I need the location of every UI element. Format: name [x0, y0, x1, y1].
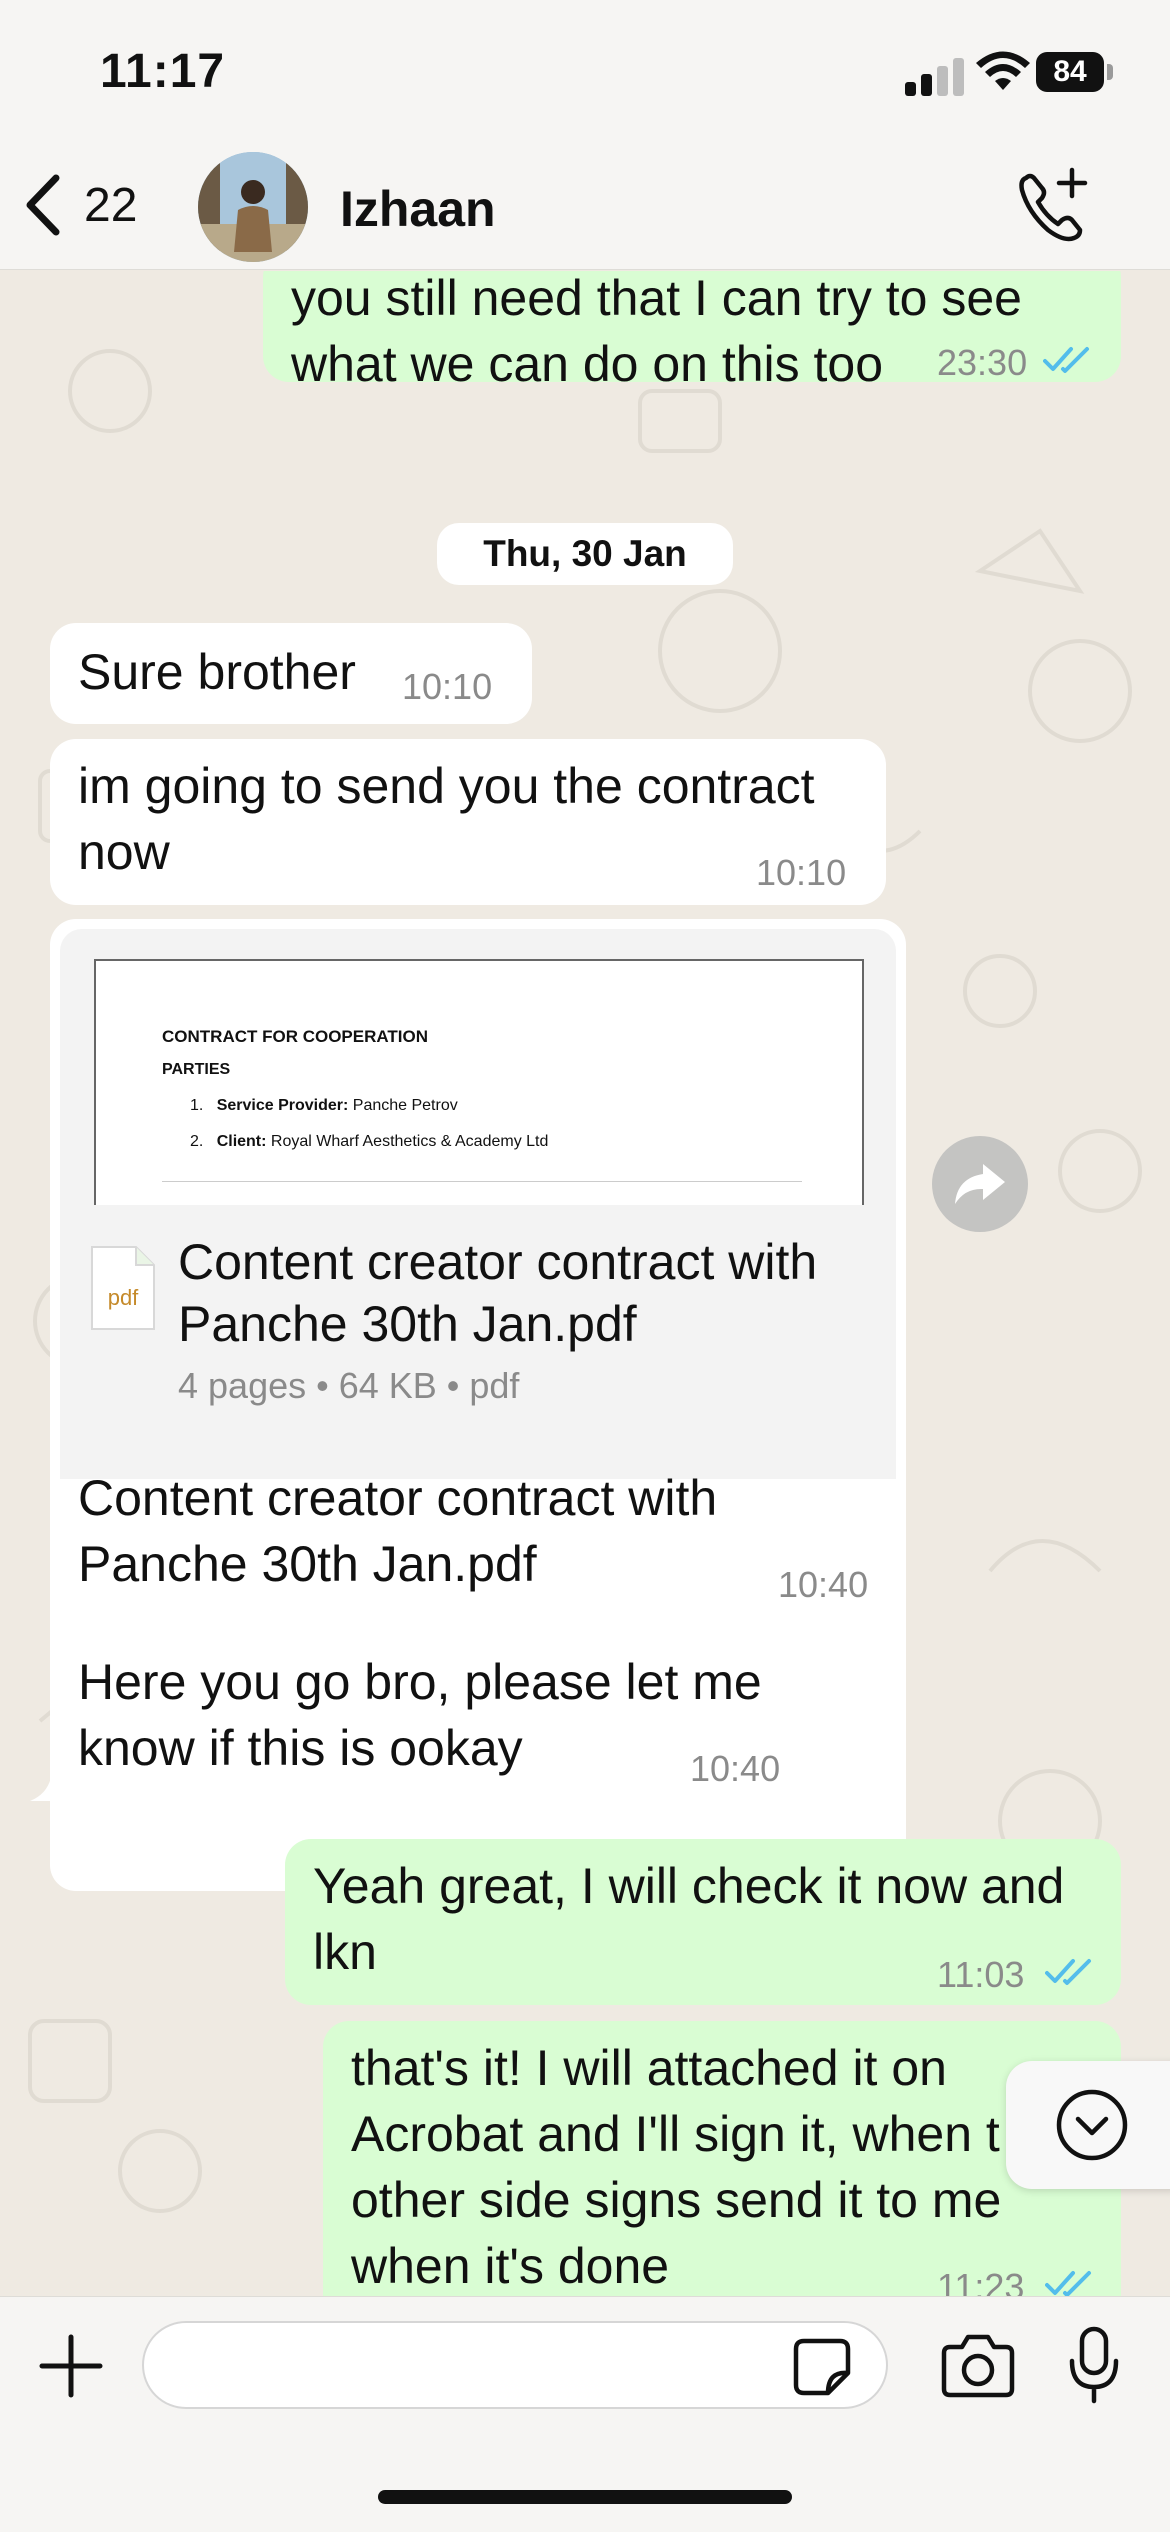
signal-icon — [905, 56, 965, 96]
chat-area[interactable]: you still need that I can try to see wha… — [0, 271, 1170, 2296]
document-caption: Content creator contract with — [78, 1470, 718, 1526]
message-bubble-incoming[interactable]: Here you go bro, please let me know if t… — [50, 1635, 814, 1801]
message-time: 11:03 — [937, 1954, 1025, 1995]
wifi-icon — [976, 51, 1030, 90]
pdf-first-page-preview[interactable]: CONTRACT FOR COOPERATION PARTIES 1. Serv… — [94, 959, 864, 1209]
message-time: 11:23 — [937, 2266, 1025, 2297]
microphone-icon[interactable] — [1066, 2325, 1122, 2405]
message-time: 10:10 — [402, 666, 493, 707]
message-time: 23:30 — [937, 342, 1028, 383]
message-bubble-outgoing[interactable]: you still need that I can try to see wha… — [263, 271, 1121, 392]
message-text: know if this is ookay — [78, 1720, 523, 1776]
sticker-icon[interactable] — [792, 2337, 852, 2397]
message-text: other side signs send it to me — [351, 2172, 1002, 2228]
avatar[interactable] — [198, 152, 308, 262]
message-time: 10:10 — [756, 852, 847, 893]
read-receipt-icon — [1043, 347, 1089, 373]
unread-count: 22 — [84, 178, 138, 232]
message-text: Sure brother — [78, 644, 356, 700]
message-bubble-incoming[interactable]: Sure brother 10:10 — [50, 623, 532, 724]
message-time: 10:40 — [778, 1564, 869, 1605]
message-text: what we can do on this too — [291, 336, 884, 392]
battery-icon: 84 — [1036, 52, 1104, 92]
doc-title: CONTRACT FOR COOPERATION — [162, 1027, 429, 1046]
read-receipt-icon — [1045, 2271, 1091, 2296]
read-receipt-icon — [1045, 1959, 1091, 1985]
document-caption: Panche 30th Jan.pdf — [78, 1536, 537, 1592]
bubble-tail — [30, 1771, 64, 1801]
message-bubble-outgoing[interactable]: that's it! I will attached it on Acrobat… — [323, 2021, 1121, 2296]
message-text: Yeah great, I will check it now and — [313, 1858, 1065, 1914]
add-call-icon[interactable] — [1012, 164, 1094, 246]
status-time: 11:17 — [100, 45, 226, 98]
status-bar: 11:17 84 — [0, 0, 1170, 140]
doc-line-1: 1. Service Provider: Panche Petrov — [190, 1097, 458, 1114]
file-attachment-card[interactable]: pdf Content creator contract with Panche… — [60, 1205, 896, 1441]
chevron-down-icon — [1056, 2089, 1128, 2161]
file-meta: 4 pages • 64 KB • pdf — [178, 1365, 520, 1406]
message-bubble-incoming[interactable]: im going to send you the contract now 10… — [50, 739, 886, 905]
home-indicator — [378, 2490, 792, 2504]
doc-parties-heading: PARTIES — [162, 1061, 231, 1078]
message-text: that's it! I will attached it on — [351, 2040, 947, 2096]
forward-icon — [955, 1164, 1005, 1204]
message-text: lkn — [313, 1924, 377, 1980]
forward-button[interactable] — [932, 1136, 1028, 1232]
doc-line-2: 2. Client: Royal Wharf Aesthetics & Acad… — [190, 1133, 549, 1150]
message-text: im going to send you the contract — [78, 758, 815, 814]
doc-divider — [162, 1181, 802, 1182]
svg-text:pdf: pdf — [108, 1285, 139, 1310]
back-button[interactable]: 22 — [20, 170, 137, 240]
chat-header: 22 Izhaan — [0, 140, 1170, 270]
date-separator: Thu, 30 Jan — [437, 523, 733, 585]
camera-icon[interactable] — [940, 2333, 1016, 2399]
message-text: you still need that I can try to see — [291, 271, 1022, 326]
battery-tip — [1107, 64, 1113, 80]
message-bubble-outgoing[interactable]: Yeah great, I will check it now and lkn … — [285, 1839, 1121, 2005]
message-time: 10:40 — [690, 1748, 781, 1789]
plus-icon[interactable] — [38, 2333, 104, 2399]
message-text: Here you go bro, please let me — [78, 1654, 762, 1710]
scroll-to-bottom-button[interactable] — [1006, 2061, 1170, 2189]
contact-name[interactable]: Izhaan — [340, 180, 496, 238]
message-input[interactable] — [142, 2321, 888, 2409]
pdf-file-icon: pdf — [91, 1246, 155, 1330]
message-text: now — [78, 824, 170, 880]
back-chevron-icon — [26, 174, 60, 236]
message-text: Acrobat and I'll sign it, when t — [351, 2106, 1000, 2162]
file-name: Content creator contract with Panche 30t… — [178, 1234, 818, 1352]
message-text: when it's done — [351, 2238, 670, 2294]
